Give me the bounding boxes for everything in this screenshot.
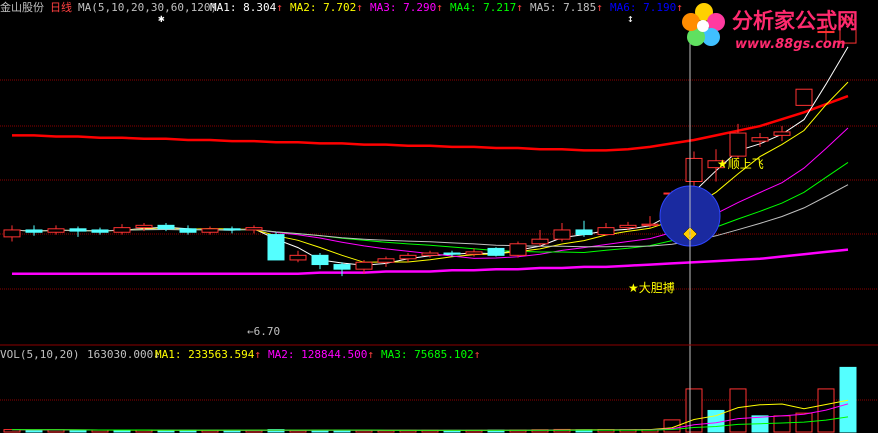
candle[interactable]: [795, 88, 813, 106]
candle[interactable]: [201, 228, 219, 233]
ma-arrow-1: ↑: [276, 1, 283, 14]
signal-label-1: ★顺上飞: [717, 157, 764, 171]
volume-bar[interactable]: [25, 429, 43, 433]
volume-value: 163030.000↓: [87, 348, 160, 361]
stock-name: 金山股份: [0, 0, 44, 14]
ma-arrow-5: ↑: [596, 1, 603, 14]
candle[interactable]: [267, 234, 285, 261]
marker-arrows-right: ↕: [627, 12, 634, 25]
candle[interactable]: [619, 224, 637, 229]
candle[interactable]: [421, 252, 439, 256]
candle[interactable]: [135, 224, 153, 229]
candle[interactable]: [575, 229, 593, 236]
watermark-url: www.88gs.com: [735, 37, 845, 52]
period-label: 日线: [50, 0, 72, 14]
volume-bar[interactable]: [729, 388, 747, 433]
candle[interactable]: [509, 243, 527, 256]
volume-params: VOL(5,10,20): [0, 348, 79, 361]
candle[interactable]: [531, 238, 549, 245]
candle[interactable]: [245, 227, 263, 231]
candle[interactable]: [399, 254, 417, 260]
candle[interactable]: [729, 132, 747, 157]
ma-arrow-4: ↑: [516, 1, 523, 14]
ma-value-1: MA1: 8.304↑: [210, 1, 283, 14]
ma-arrow-6: ↑: [676, 1, 683, 14]
ma-arrow-3: ↑: [436, 1, 443, 14]
vol-ma-value-1: MA1: 233563.594↑: [155, 348, 261, 361]
ma-params: MA(5,10,20,30,60,120): [78, 1, 217, 14]
watermark-title: 分析家公式网: [732, 9, 858, 33]
stock-chart[interactable]: ! 金山股份 日线 MA(5,10,20,30,60,120) MA1: 8.3…: [0, 0, 878, 433]
candle[interactable]: [3, 229, 21, 238]
ma-value-2: MA2: 7.702↑: [290, 1, 363, 14]
vol-ma-arrow-2: ↑: [367, 348, 374, 361]
candle[interactable]: [311, 254, 329, 266]
candle[interactable]: [223, 228, 241, 231]
vol-ma-arrow-3: ↑: [474, 348, 481, 361]
marker-star-left: ✱: [158, 12, 165, 25]
candle[interactable]: [553, 229, 571, 240]
volume-bar[interactable]: [773, 415, 791, 433]
volume-bar[interactable]: [69, 429, 87, 433]
candle[interactable]: [69, 228, 87, 232]
candle[interactable]: [113, 227, 131, 233]
candle[interactable]: [685, 157, 703, 183]
vol-ma-arrow-1: ↑: [254, 348, 261, 361]
candle[interactable]: [773, 131, 791, 136]
volume-bar[interactable]: [839, 366, 857, 433]
candle[interactable]: [157, 224, 175, 230]
ma-value-3: MA3: 7.290↑: [370, 1, 443, 14]
vol-ma-value-2: MA2: 128844.500↑: [268, 348, 374, 361]
candle[interactable]: [179, 228, 197, 233]
candle[interactable]: [289, 254, 307, 261]
candle[interactable]: [377, 258, 395, 263]
candle[interactable]: [355, 261, 373, 270]
watermark-logo: 分析家公式网 www.88gs.com: [682, 3, 858, 52]
low-price-label: ←6.70: [247, 325, 280, 338]
candle[interactable]: [333, 264, 351, 270]
candle[interactable]: [443, 252, 461, 255]
vol-ma-value-3: MA3: 75685.102↑: [381, 348, 480, 361]
candle[interactable]: [597, 227, 615, 236]
volume-bar[interactable]: [113, 429, 131, 433]
candle[interactable]: [47, 228, 65, 233]
candle[interactable]: [91, 229, 109, 233]
ma-arrow-2: ↑: [356, 1, 363, 14]
ma-value-4: MA4: 7.217↑: [450, 1, 523, 14]
ma-value-5: MA5: 7.185↑: [530, 1, 603, 14]
candle[interactable]: [751, 137, 769, 142]
candle[interactable]: [465, 251, 483, 255]
volume-header: VOL(5,10,20) 163030.000↓ MA1: 233563.594…: [0, 348, 480, 361]
signal-label-2: ★大胆搏: [628, 281, 675, 295]
candle[interactable]: [25, 229, 43, 233]
candle[interactable]: [487, 247, 505, 256]
candle[interactable]: [641, 223, 659, 226]
ma-value-6: MA6: 7.190↑: [610, 1, 683, 14]
